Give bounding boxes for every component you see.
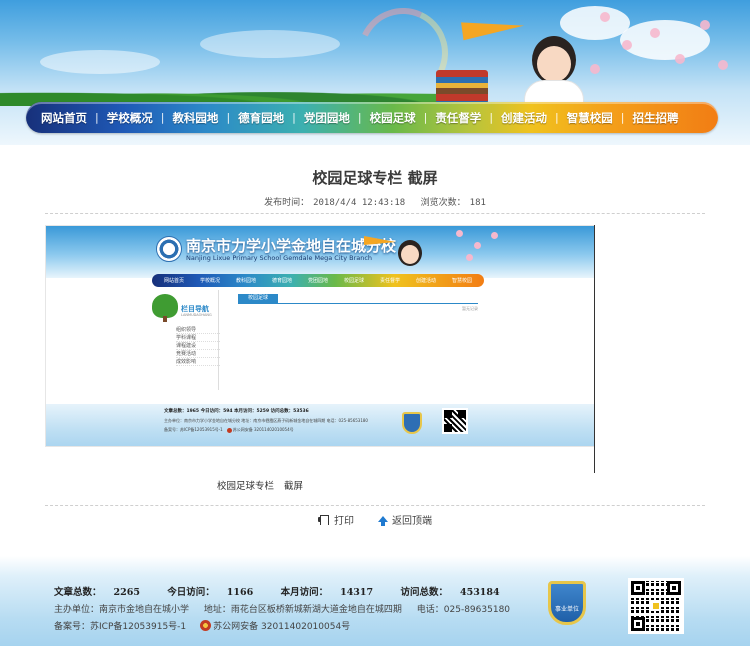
qr-logo-icon bbox=[651, 601, 661, 611]
article-count: 2265 bbox=[113, 587, 140, 598]
school-logo-icon bbox=[156, 236, 182, 262]
police-emblem-icon bbox=[200, 620, 212, 631]
screenshot-footer: 文章总数：1965 今日访问：594 本月访问：5259 访问总数：53536 … bbox=[46, 404, 594, 446]
paper-plane-icon bbox=[364, 236, 396, 245]
publish-label: 发布时间： bbox=[264, 198, 310, 208]
nav-item-school-overview[interactable]: 学校概况 bbox=[107, 110, 153, 126]
qr-code bbox=[628, 578, 684, 634]
views-label: 浏览次数： bbox=[420, 198, 466, 208]
today-visits: 1166 bbox=[226, 587, 254, 598]
month-visits: 14317 bbox=[340, 587, 374, 598]
institution-badge-icon[interactable]: 事业单位 bbox=[548, 581, 586, 625]
nav-item-smart-campus[interactable]: 智慧校园 bbox=[567, 110, 613, 126]
nav-item-recruitment[interactable]: 招生招聘 bbox=[632, 110, 678, 126]
print-button[interactable]: 打印 bbox=[318, 512, 354, 527]
visit-stats: 文章总数： 2265 今日访问： 1166 本月访问： 14317 访问总数： 4531… bbox=[54, 587, 500, 598]
nav-item-party-league[interactable]: 党团园地 bbox=[304, 110, 350, 126]
site-footer: 文章总数： 2265 今日访问： 1166 本月访问： 14317 访问总数： 4531… bbox=[0, 556, 750, 646]
article-actions: 打印 返回顶端 bbox=[0, 512, 750, 527]
article-title: 校园足球专栏 截屏 bbox=[312, 169, 438, 187]
police-record-link[interactable]: 苏公网安备 32011402010054号 bbox=[213, 619, 350, 632]
screenshot-sidebar: 栏目导航 LANMUDAOHANG 组织领导 学科课程 课程建设 竞赛活动 成效… bbox=[150, 292, 220, 392]
nav-item-campus-football[interactable]: 校园足球 bbox=[370, 110, 416, 126]
books-icon bbox=[436, 70, 488, 104]
screenshot-school-name-en: Nanjing Lixue Primary School Gemdale Meg… bbox=[186, 254, 373, 262]
nav-item-teaching-research[interactable]: 教科园地 bbox=[172, 110, 218, 126]
nav-item-home[interactable]: 网站首页 bbox=[41, 110, 87, 126]
institution-badge-icon bbox=[402, 412, 422, 434]
screenshot-nav: 网站首页 学校概况 教科园地 德育园地 党团园地 校园足球 责任督学 创建活动 … bbox=[152, 274, 484, 287]
divider bbox=[45, 505, 705, 506]
record-info: 备案号：苏ICP备12053915号-1 苏公网安备 3201140201005… bbox=[54, 619, 350, 632]
qr-code bbox=[442, 408, 468, 434]
tree-icon bbox=[152, 294, 178, 318]
back-to-top-button[interactable]: 返回顶端 bbox=[378, 512, 432, 527]
views-count: 181 bbox=[469, 198, 486, 208]
article-meta: 发布时间： 2018/4/4 12:43:18 浏览次数： 181 bbox=[0, 195, 750, 208]
paper-plane-icon bbox=[461, 13, 525, 41]
article-screenshot-image: 南京市力学小学金地自在城分校 Nanjing Lixue Primary Sch… bbox=[45, 225, 595, 447]
main-nav: 网站首页 | 学校概况 | 教科园地 | 德育园地 | 党团园地 | 校园足球 … bbox=[26, 102, 718, 133]
sponsor: 主办单位：南京市金地自在城小学 bbox=[54, 605, 190, 615]
publish-time: 2018/4/4 12:43:18 bbox=[313, 198, 406, 208]
phone: 电话：025-89635180 bbox=[416, 605, 511, 615]
address: 地址：雨花台区板桥新城新湖大道金地自在城四期 bbox=[203, 605, 402, 615]
image-caption: 校园足球专栏 截屏 bbox=[217, 481, 304, 492]
icp-link[interactable]: 备案号：苏ICP备12053915号-1 bbox=[54, 619, 186, 632]
site-info: 主办单位：南京市金地自在城小学 地址：雨花台区板桥新城新湖大道金地自在城四期 电… bbox=[54, 602, 522, 615]
nav-item-supervision[interactable]: 责任督学 bbox=[435, 110, 481, 126]
arrow-up-icon bbox=[378, 515, 388, 526]
total-visits: 453184 bbox=[459, 587, 500, 598]
printer-icon bbox=[318, 515, 329, 524]
divider bbox=[45, 213, 705, 214]
nav-item-activities[interactable]: 创建活动 bbox=[501, 110, 547, 126]
nav-item-moral-education[interactable]: 德育园地 bbox=[238, 110, 284, 126]
